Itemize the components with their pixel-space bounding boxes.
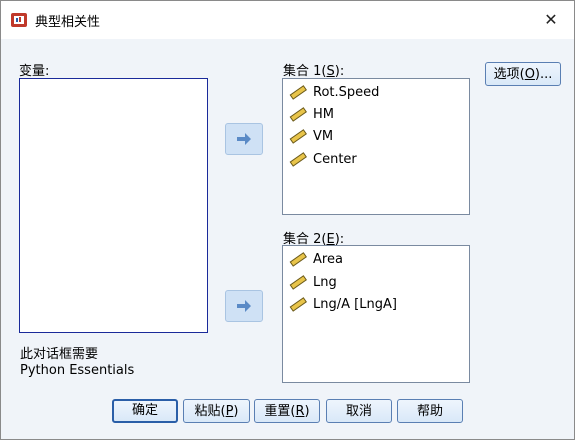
- list-item[interactable]: Lng: [289, 272, 337, 292]
- ruler-scale-icon: [289, 275, 307, 290]
- right-arrow-icon: [237, 133, 251, 145]
- list-item[interactable]: Center: [289, 149, 357, 169]
- variables-listbox[interactable]: [19, 78, 208, 333]
- help-button[interactable]: 帮助: [397, 399, 463, 423]
- window-title: 典型相关性: [35, 15, 101, 30]
- paste-button[interactable]: 粘贴(P): [183, 399, 250, 423]
- python-note-line2: Python Essentials: [20, 363, 135, 378]
- variables-label: 变量:: [19, 64, 50, 79]
- list-item[interactable]: VM: [289, 126, 333, 146]
- move-to-set2-button[interactable]: [225, 290, 263, 322]
- ruler-scale-icon: [289, 297, 307, 312]
- close-icon: ✕: [544, 10, 558, 29]
- ruler-scale-icon: [289, 85, 307, 100]
- set2-listbox[interactable]: Area Lng Lng/A [LngA]: [282, 245, 470, 383]
- title-bar: 典型相关性 ✕: [1, 1, 574, 39]
- close-button[interactable]: ✕: [536, 6, 566, 34]
- list-item[interactable]: Lng/A [LngA]: [289, 294, 397, 314]
- python-note-line1: 此对话框需要: [20, 347, 99, 362]
- list-item[interactable]: HM: [289, 104, 334, 124]
- ruler-scale-icon: [289, 252, 307, 267]
- ruler-scale-icon: [289, 129, 307, 144]
- set1-label: 集合 1(S):: [283, 64, 345, 79]
- ruler-scale-icon: [289, 107, 307, 122]
- list-item[interactable]: Area: [289, 249, 343, 269]
- cancel-button[interactable]: 取消: [326, 399, 392, 423]
- reset-button[interactable]: 重置(R): [254, 399, 320, 423]
- options-button[interactable]: 选项(O)...: [485, 62, 561, 86]
- canonical-correlation-dialog: 典型相关性 ✕ 变量: 集合 1(S): Rot.Speed HM VM Cen…: [0, 0, 575, 440]
- right-arrow-icon: [237, 300, 251, 312]
- move-to-set1-button[interactable]: [225, 123, 263, 155]
- ok-button[interactable]: 确定: [112, 399, 178, 423]
- set1-listbox[interactable]: Rot.Speed HM VM Center: [282, 78, 470, 215]
- ruler-scale-icon: [289, 152, 307, 167]
- list-item[interactable]: Rot.Speed: [289, 82, 379, 102]
- spss-app-icon: [11, 13, 27, 27]
